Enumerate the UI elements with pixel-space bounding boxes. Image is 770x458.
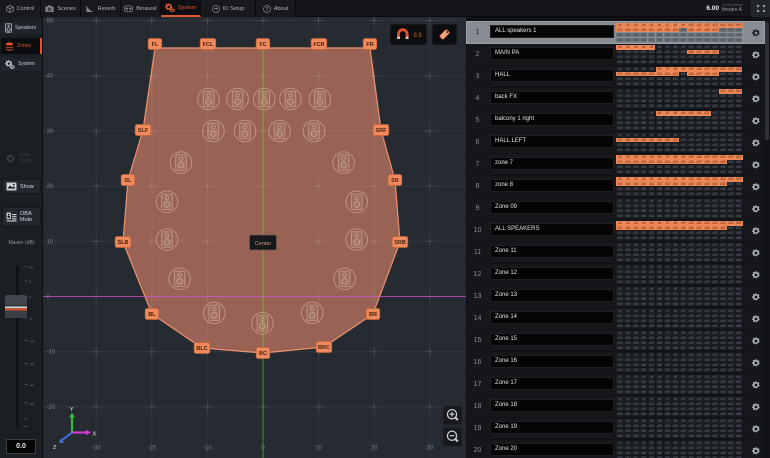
svg-text:SRF: SRF [376, 128, 388, 134]
svg-text:10: 10 [315, 446, 322, 452]
svg-text:40: 40 [47, 74, 54, 80]
svg-text:0.5: 0.5 [414, 33, 423, 39]
svg-text:SR: SR [391, 178, 399, 184]
svg-text:FL: FL [152, 42, 159, 48]
svg-text:BC: BC [259, 351, 267, 357]
svg-text:Y: Y [70, 407, 74, 413]
svg-text:0: 0 [29, 295, 31, 299]
svg-text:BLC: BLC [196, 346, 207, 352]
svg-text:SL: SL [124, 178, 132, 184]
svg-text:-5: -5 [29, 317, 32, 321]
svg-text:-30: -30 [92, 446, 101, 452]
svg-text:Z: Z [53, 445, 57, 451]
svg-text:10: 10 [29, 265, 33, 269]
svg-text:30: 30 [426, 446, 433, 452]
svg-text:10: 10 [47, 239, 54, 245]
svg-text:FR: FR [366, 42, 373, 48]
svg-text:SLF: SLF [138, 128, 149, 134]
svg-text:20: 20 [47, 184, 54, 190]
svg-text:Center: Center [255, 241, 272, 247]
svg-text:-20: -20 [147, 446, 156, 452]
svg-text:-10: -10 [47, 350, 56, 356]
svg-text:-20: -20 [47, 405, 56, 411]
svg-text:X: X [93, 432, 97, 438]
svg-text:30: 30 [47, 129, 54, 135]
svg-text:0: 0 [261, 446, 265, 452]
svg-text:-24: -24 [29, 362, 34, 366]
svg-text:0: 0 [47, 295, 51, 301]
svg-text:SRB: SRB [394, 240, 406, 246]
svg-text:BL: BL [148, 312, 156, 318]
svg-text:-10: -10 [203, 446, 212, 452]
svg-text:20: 20 [371, 446, 378, 452]
svg-text:-12: -12 [29, 339, 34, 343]
svg-text:FC: FC [259, 42, 266, 48]
svg-text:-60: -60 [29, 402, 34, 406]
svg-text:5: 5 [29, 280, 31, 284]
svg-text:?: ? [265, 6, 268, 12]
svg-text:SLB: SLB [118, 240, 129, 246]
svg-text:BRC: BRC [318, 345, 330, 351]
svg-text:50: 50 [47, 19, 54, 25]
svg-text:FCR: FCR [313, 42, 324, 48]
svg-text:-40: -40 [29, 383, 34, 387]
svg-text:BR: BR [369, 312, 377, 318]
svg-text:FCL: FCL [203, 42, 214, 48]
